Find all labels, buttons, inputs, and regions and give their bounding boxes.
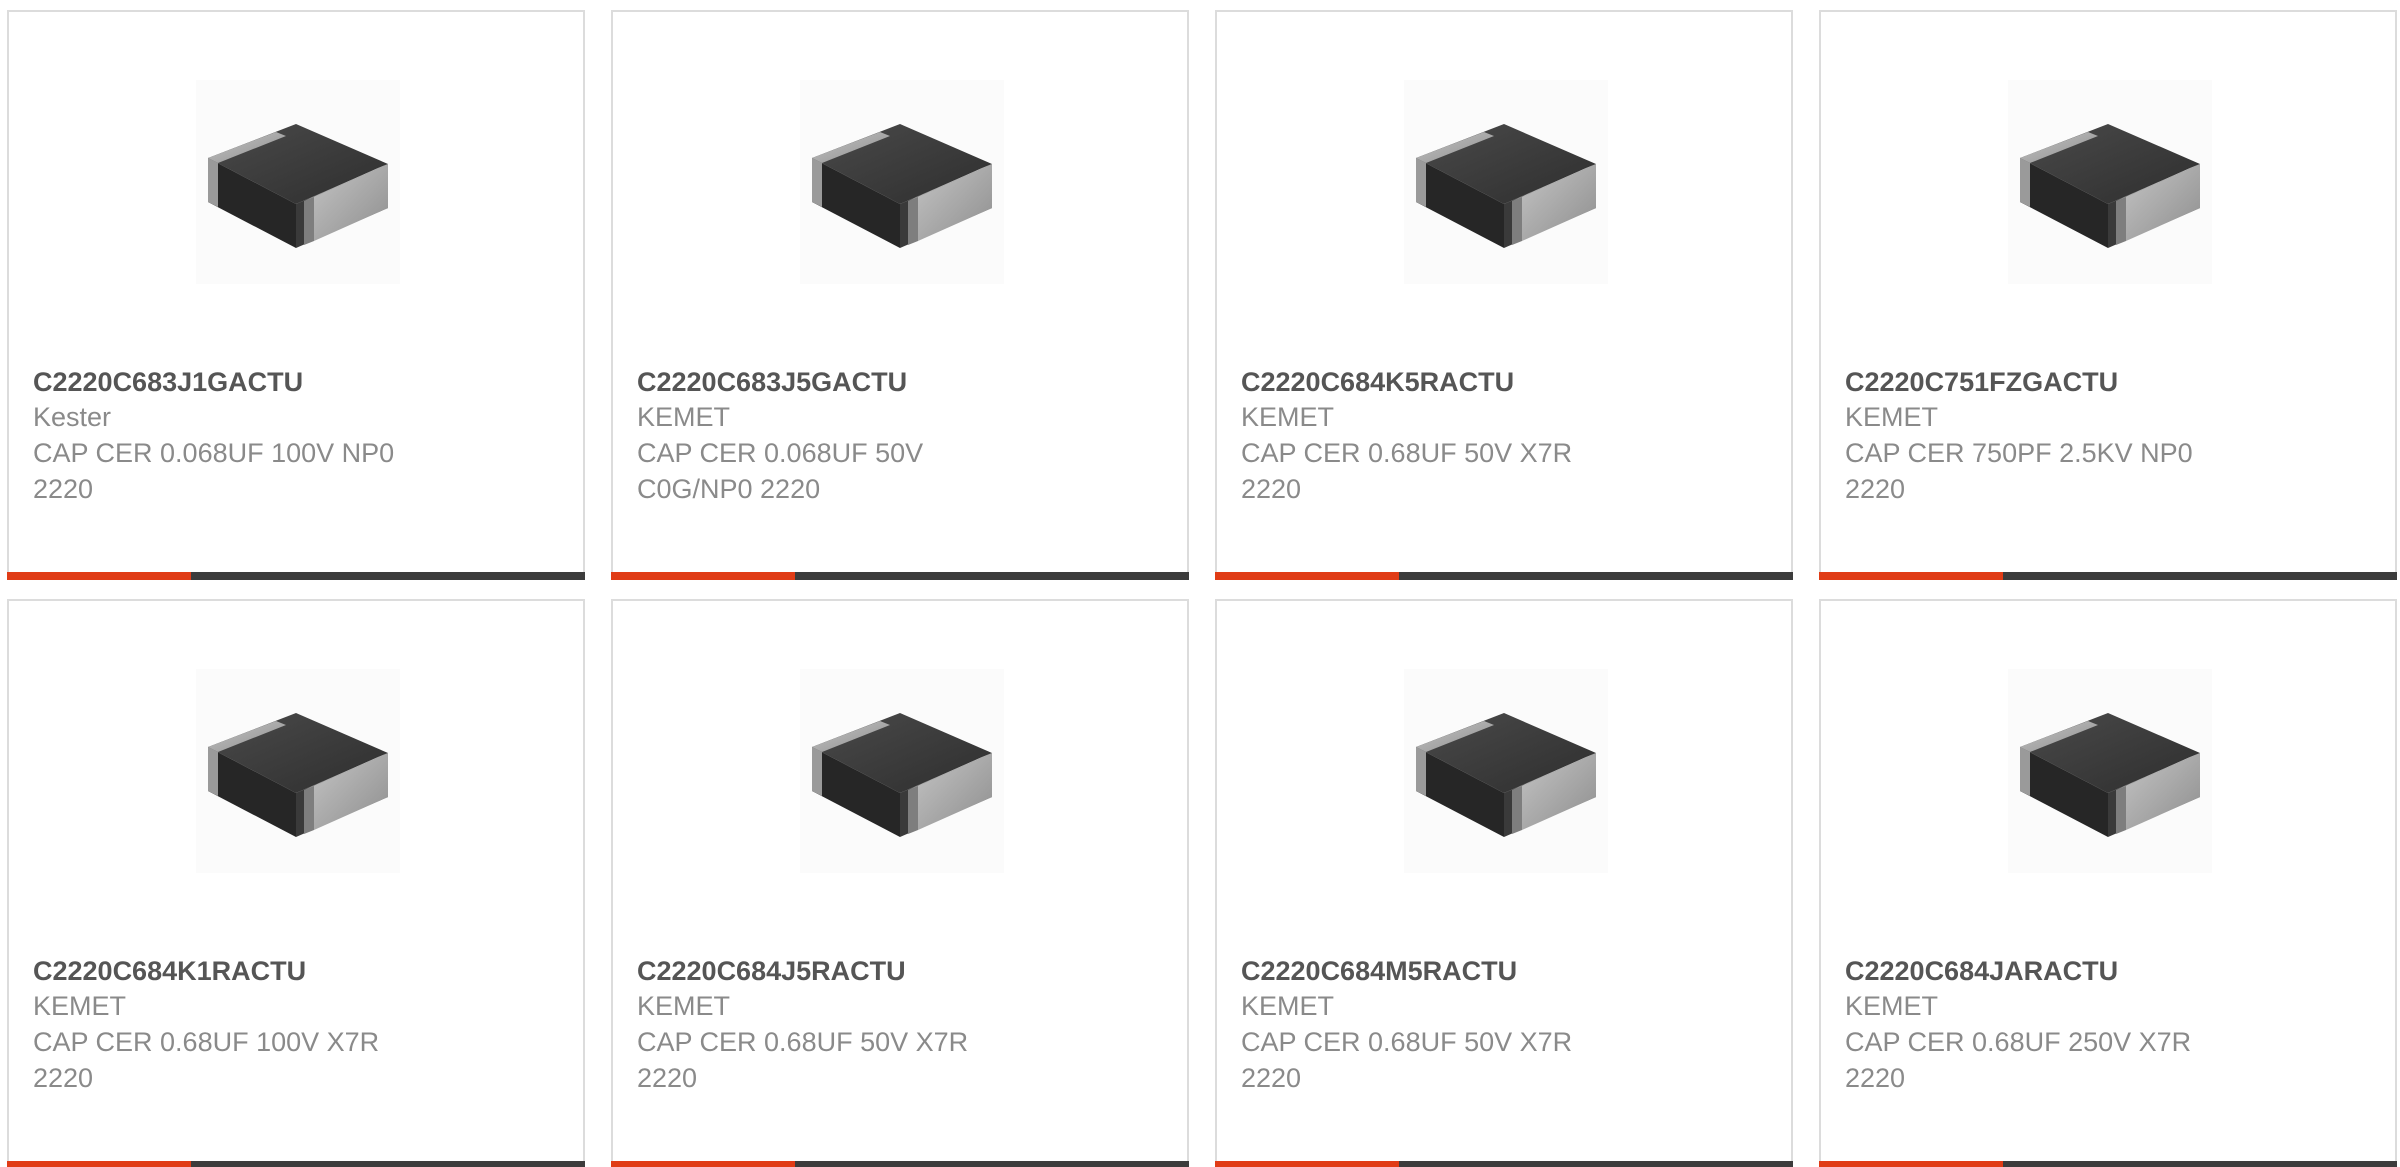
manufacturer: KEMET bbox=[33, 991, 127, 1021]
part-number[interactable]: C2220C684JARACTU bbox=[1845, 954, 2245, 988]
product-info: C2220C684J5RACTU KEMET CAP CER 0.68UF 50… bbox=[637, 954, 1037, 1096]
part-number[interactable]: C2220C751FZGACTU bbox=[1845, 365, 2245, 399]
product-info: C2220C684K1RACTU KEMET CAP CER 0.68UF 10… bbox=[33, 954, 433, 1096]
product-card[interactable]: C2220C684J5RACTU KEMET CAP CER 0.68UF 50… bbox=[611, 599, 1189, 1167]
part-number[interactable]: C2220C683J1GACTU bbox=[33, 365, 433, 399]
product-grid: C2220C683J1GACTU Kester CAP CER 0.068UF … bbox=[0, 0, 2400, 1167]
product-card[interactable]: C2220C684K5RACTU KEMET CAP CER 0.68UF 50… bbox=[1215, 10, 1793, 580]
capacitor-chip-icon bbox=[196, 80, 400, 284]
part-number[interactable]: C2220C684K5RACTU bbox=[1241, 365, 1641, 399]
description: CAP CER 0.068UF 50V C0G/NP0 2220 bbox=[637, 438, 924, 504]
description: CAP CER 0.68UF 100V X7R 2220 bbox=[33, 1027, 380, 1093]
manufacturer: KEMET bbox=[637, 402, 731, 432]
product-info: C2220C751FZGACTU KEMET CAP CER 750PF 2.5… bbox=[1845, 365, 2245, 507]
manufacturer: KEMET bbox=[637, 991, 731, 1021]
product-card[interactable]: C2220C684JARACTU KEMET CAP CER 0.68UF 25… bbox=[1819, 599, 2397, 1167]
product-card[interactable]: C2220C683J1GACTU Kester CAP CER 0.068UF … bbox=[7, 10, 585, 580]
product-card[interactable]: C2220C751FZGACTU KEMET CAP CER 750PF 2.5… bbox=[1819, 10, 2397, 580]
product-card[interactable]: C2220C684K1RACTU KEMET CAP CER 0.68UF 10… bbox=[7, 599, 585, 1167]
description: CAP CER 0.068UF 100V NP0 2220 bbox=[33, 438, 395, 504]
product-info: C2220C683J1GACTU Kester CAP CER 0.068UF … bbox=[33, 365, 433, 507]
capacitor-chip-icon bbox=[2008, 80, 2212, 284]
product-info: C2220C683J5GACTU KEMET CAP CER 0.068UF 5… bbox=[637, 365, 1037, 507]
capacitor-chip-icon bbox=[2008, 669, 2212, 873]
card-footer-bar bbox=[611, 572, 1189, 580]
card-accent-bar bbox=[7, 572, 191, 580]
description: CAP CER 0.68UF 50V X7R 2220 bbox=[1241, 438, 1573, 504]
card-footer-bar bbox=[1215, 1161, 1793, 1167]
card-accent-bar bbox=[611, 572, 795, 580]
part-number[interactable]: C2220C683J5GACTU bbox=[637, 365, 1037, 399]
card-footer-bar bbox=[1819, 1161, 2397, 1167]
capacitor-chip-icon bbox=[800, 80, 1004, 284]
card-accent-bar bbox=[1819, 1161, 2003, 1167]
capacitor-chip-icon bbox=[1404, 669, 1608, 873]
manufacturer: KEMET bbox=[1845, 991, 1939, 1021]
part-number[interactable]: C2220C684K1RACTU bbox=[33, 954, 433, 988]
description: CAP CER 0.68UF 250V X7R 2220 bbox=[1845, 1027, 2192, 1093]
product-info: C2220C684M5RACTU KEMET CAP CER 0.68UF 50… bbox=[1241, 954, 1641, 1096]
description: CAP CER 750PF 2.5KV NP0 2220 bbox=[1845, 438, 2193, 504]
manufacturer: KEMET bbox=[1241, 991, 1335, 1021]
card-accent-bar bbox=[1215, 572, 1399, 580]
manufacturer: KEMET bbox=[1845, 402, 1939, 432]
card-footer-bar bbox=[611, 1161, 1189, 1167]
card-footer-bar bbox=[1215, 572, 1793, 580]
card-footer-bar bbox=[7, 1161, 585, 1167]
part-number[interactable]: C2220C684M5RACTU bbox=[1241, 954, 1641, 988]
capacitor-chip-icon bbox=[1404, 80, 1608, 284]
card-accent-bar bbox=[7, 1161, 191, 1167]
product-card[interactable]: C2220C684M5RACTU KEMET CAP CER 0.68UF 50… bbox=[1215, 599, 1793, 1167]
manufacturer: Kester bbox=[33, 402, 112, 432]
card-accent-bar bbox=[1215, 1161, 1399, 1167]
card-footer-bar bbox=[1819, 572, 2397, 580]
product-card[interactable]: C2220C683J5GACTU KEMET CAP CER 0.068UF 5… bbox=[611, 10, 1189, 580]
card-accent-bar bbox=[1819, 572, 2003, 580]
product-info: C2220C684K5RACTU KEMET CAP CER 0.68UF 50… bbox=[1241, 365, 1641, 507]
card-accent-bar bbox=[611, 1161, 795, 1167]
description: CAP CER 0.68UF 50V X7R 2220 bbox=[1241, 1027, 1573, 1093]
description: CAP CER 0.68UF 50V X7R 2220 bbox=[637, 1027, 969, 1093]
manufacturer: KEMET bbox=[1241, 402, 1335, 432]
capacitor-chip-icon bbox=[196, 669, 400, 873]
product-info: C2220C684JARACTU KEMET CAP CER 0.68UF 25… bbox=[1845, 954, 2245, 1096]
card-footer-bar bbox=[7, 572, 585, 580]
part-number[interactable]: C2220C684J5RACTU bbox=[637, 954, 1037, 988]
capacitor-chip-icon bbox=[800, 669, 1004, 873]
